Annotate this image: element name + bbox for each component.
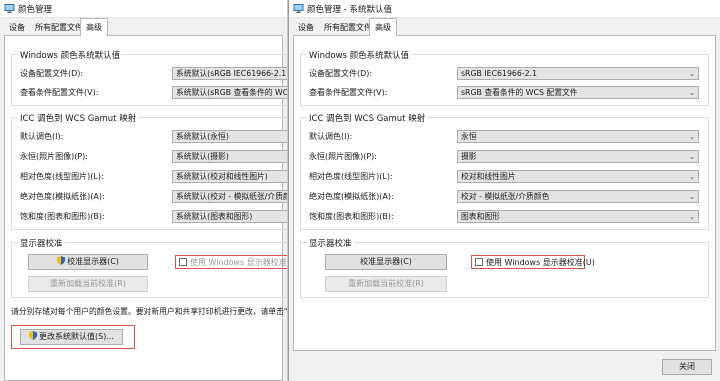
chevron-down-icon: ⌄ <box>689 153 695 161</box>
calibrate-display-button[interactable]: 校准显示器(C) <box>325 254 447 270</box>
advanced-panel: Windows 颜色系统默认值 设备配置文件(D): 系统默认(sRGB IEC… <box>4 35 287 381</box>
color-management-icon <box>293 4 304 13</box>
tab-advanced[interactable]: 高级 <box>80 18 108 36</box>
tab-devices[interactable]: 设备 <box>4 21 30 35</box>
viewing-conditions-label: 查看条件配置文件(V): <box>309 88 388 97</box>
absolute-colorimetric-select[interactable]: 系统默认(校对 - 模拟纸张/介质颜色 <box>172 190 287 203</box>
tab-bar: 设备 所有配置文件 高级 <box>0 17 287 36</box>
group-title: ICC 调色到 WCS Gamut 映射 <box>18 112 139 124</box>
system-defaults-window: 颜色管理 - 系统默认值 设备 所有配置文件 高级 Windows 颜色系统默认… <box>288 0 720 381</box>
gamut-mapping-group: ICC 调色到 WCS Gamut 映射 默认调色(I): 永恒 ⌄ 永恒(照片图… <box>300 112 709 230</box>
viewing-conditions-label: 查看条件配置文件(V): <box>20 88 99 97</box>
viewing-conditions-select[interactable]: sRGB 查看条件的 WCS 配置文件 ⌄ <box>457 86 699 99</box>
relative-colorimetric-select[interactable]: 系统默认(校对和线性图片) <box>172 170 287 183</box>
color-management-icon <box>4 4 15 13</box>
chevron-down-icon: ⌄ <box>689 173 695 181</box>
viewing-conditions-select[interactable]: 系统默认(sRGB 查看条件的 WCS 配置 <box>172 86 287 99</box>
change-system-defaults-button[interactable]: 更改系统默认值(S)... <box>20 329 123 345</box>
close-button[interactable]: 关闭 <box>662 359 712 375</box>
calibrate-display-button[interactable]: 校准显示器(C) <box>28 254 148 270</box>
device-profile-select[interactable]: sRGB IEC61966-2.1 ⌄ <box>457 67 699 80</box>
chevron-down-icon: ⌄ <box>689 70 695 78</box>
saturation-label: 饱和度(图表和图形)(B): <box>309 212 394 221</box>
reload-calibration-button[interactable]: 重新加载当前校准(R) <box>28 276 148 292</box>
perceptual-select[interactable]: 系统默认(摄影) <box>172 150 287 163</box>
dialog-footer: 关闭 <box>289 351 720 381</box>
absolute-colorimetric-label: 绝对色度(模拟纸张)(A): <box>20 192 105 201</box>
saturation-select[interactable]: 系统默认(图表和图形) <box>172 210 287 223</box>
checkbox-box[interactable] <box>179 258 187 266</box>
reload-calibration-button[interactable]: 重新加载当前校准(R) <box>325 276 447 292</box>
perceptual-select[interactable]: 摄影 ⌄ <box>457 150 699 163</box>
device-profile-select[interactable]: 系统默认(sRGB IEC61966-2.1) <box>172 67 287 80</box>
default-rendering-select[interactable]: 系统默认(永恒) <box>172 130 287 143</box>
perceptual-label: 永恒(照片图像)(P): <box>20 152 89 161</box>
chevron-down-icon: ⌄ <box>689 193 695 201</box>
change-defaults-highlight: 更改系统默认值(S)... <box>11 325 135 349</box>
chevron-down-icon: ⌄ <box>689 133 695 141</box>
use-windows-calibration-checkbox[interactable]: 使用 Windows 显示器校准(U) <box>471 255 595 269</box>
default-rendering-label: 默认调色(I): <box>20 132 64 141</box>
wcs-defaults-group: Windows 颜色系统默认值 设备配置文件(D): 系统默认(sRGB IEC… <box>11 49 287 106</box>
color-management-window: 颜色管理 设备 所有配置文件 高级 Windows 颜色系统默认值 设备配置文件… <box>0 0 288 381</box>
footer-info-text: 请分别存储对每个用户的颜色设置。要对新用户和共享打印机进行更改，请单击"更改 <box>11 307 288 316</box>
device-profile-label: 设备配置文件(D): <box>309 69 373 78</box>
group-title: 显示器校准 <box>307 237 354 249</box>
title-bar: 颜色管理 <box>0 0 287 18</box>
saturation-label: 饱和度(图表和图形)(B): <box>20 212 105 221</box>
chevron-down-icon: ⌄ <box>689 89 695 97</box>
checkbox-box[interactable] <box>475 258 483 266</box>
default-rendering-label: 默认调色(I): <box>309 132 353 141</box>
advanced-panel: Windows 颜色系统默认值 设备配置文件(D): sRGB IEC61966… <box>293 35 716 351</box>
group-title: Windows 颜色系统默认值 <box>18 49 123 61</box>
window-title: 颜色管理 <box>18 5 53 15</box>
group-title: Windows 颜色系统默认值 <box>307 49 412 61</box>
uac-shield-icon <box>57 256 66 265</box>
window-title: 颜色管理 - 系统默认值 <box>307 5 392 15</box>
wcs-defaults-group: Windows 颜色系统默认值 设备配置文件(D): sRGB IEC61966… <box>300 49 709 106</box>
gamut-mapping-group: ICC 调色到 WCS Gamut 映射 默认调色(I): 系统默认(永恒) 永… <box>11 112 287 230</box>
group-title: ICC 调色到 WCS Gamut 映射 <box>307 112 428 124</box>
default-rendering-select[interactable]: 永恒 ⌄ <box>457 130 699 143</box>
relative-colorimetric-label: 相对色度(线型图片)(L): <box>20 172 104 181</box>
checkbox-label: 使用 Windows 显示器校准(U) <box>486 258 595 267</box>
checkbox-label: 使用 Windows 显示器校准(U) <box>190 258 287 267</box>
display-calibration-group: 显示器校准 校准显示器(C) 重新加载当前校准(R) 使用 Windows 显示… <box>11 237 287 298</box>
tab-advanced[interactable]: 高级 <box>369 18 397 36</box>
display-calibration-group: 显示器校准 校准显示器(C) 重新加载当前校准(R) 使用 Windows 显示… <box>300 237 709 298</box>
absolute-colorimetric-label: 绝对色度(模拟纸张)(A): <box>309 192 394 201</box>
relative-colorimetric-label: 相对色度(线型图片)(L): <box>309 172 393 181</box>
uac-shield-icon <box>29 331 38 340</box>
saturation-select[interactable]: 图表和图形 ⌄ <box>457 210 699 223</box>
relative-colorimetric-select[interactable]: 校对和线性图片 ⌄ <box>457 170 699 183</box>
chevron-down-icon: ⌄ <box>689 213 695 221</box>
tab-bar: 设备 所有配置文件 高级 <box>289 17 720 36</box>
group-title: 显示器校准 <box>18 237 65 249</box>
title-bar: 颜色管理 - 系统默认值 <box>289 0 720 18</box>
tab-devices[interactable]: 设备 <box>293 21 319 35</box>
absolute-colorimetric-select[interactable]: 校对 - 模拟纸张/介质颜色 ⌄ <box>457 190 699 203</box>
device-profile-label: 设备配置文件(D): <box>20 69 84 78</box>
perceptual-label: 永恒(照片图像)(P): <box>309 152 378 161</box>
use-windows-calibration-checkbox[interactable]: 使用 Windows 显示器校准(U) <box>175 255 287 269</box>
